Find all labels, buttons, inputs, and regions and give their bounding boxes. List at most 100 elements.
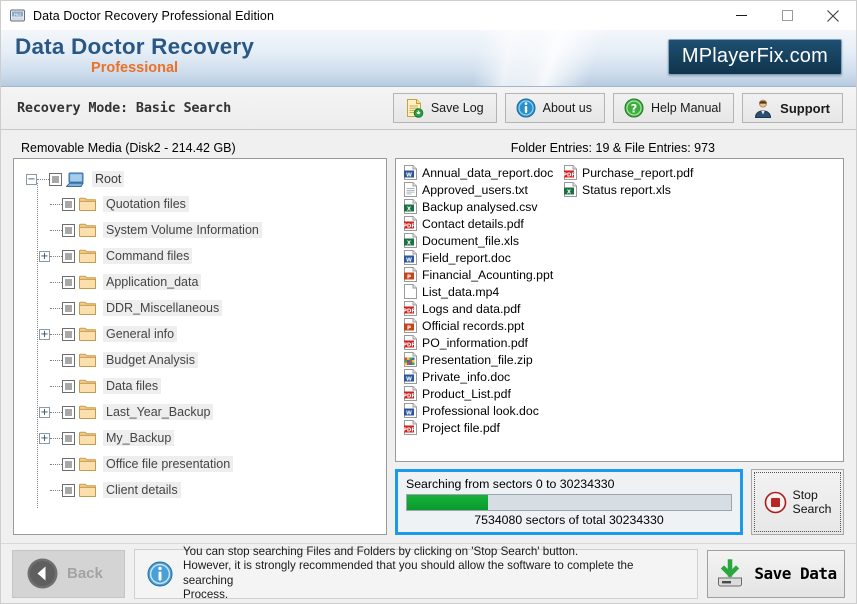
tree-node[interactable]: Application_data bbox=[22, 269, 382, 295]
save-log-button[interactable]: Save Log bbox=[392, 93, 497, 123]
file-list-item[interactable]: W Private_info.doc bbox=[401, 368, 561, 385]
progress-bottom-text: 7534080 sectors of total 30234330 bbox=[474, 513, 664, 527]
notice-line-2: However, it is strongly recommended that… bbox=[183, 559, 634, 587]
file-list-item[interactable]: Approved_users.txt bbox=[401, 181, 561, 198]
help-manual-button[interactable]: ? Help Manual bbox=[612, 93, 735, 123]
file-list-panel[interactable]: W Annual_data_report.doc Approved_users.tx… bbox=[395, 158, 844, 462]
folder-checkbox[interactable] bbox=[62, 327, 75, 341]
file-list-item[interactable]: X Backup analysed.csv bbox=[401, 198, 561, 215]
tree-node[interactable]: Budget Analysis bbox=[22, 347, 382, 373]
notice-line-1: You can stop searching Files and Folders… bbox=[183, 544, 579, 558]
about-us-label: About us bbox=[542, 101, 592, 115]
file-list-item[interactable]: W Annual_data_report.doc bbox=[401, 164, 561, 181]
folder-checkbox[interactable] bbox=[62, 483, 75, 497]
tree-node[interactable]: Office file presentation bbox=[22, 451, 382, 477]
root-checkbox[interactable] bbox=[49, 172, 62, 186]
file-list-item[interactable]: W Professional look.doc bbox=[401, 402, 561, 419]
folder-checkbox[interactable] bbox=[62, 301, 75, 315]
tree-node-label: Quotation files bbox=[103, 196, 189, 212]
about-us-button[interactable]: About us bbox=[504, 93, 605, 123]
svg-text:PDF: PDF bbox=[403, 308, 415, 314]
folder-checkbox[interactable] bbox=[62, 431, 75, 445]
file-name: Status report.xls bbox=[582, 182, 671, 197]
file-list-item[interactable]: PDF Project file.pdf bbox=[401, 419, 561, 436]
progress-top-text: Searching from sectors 0 to 30234330 bbox=[406, 477, 615, 491]
folder-checkbox[interactable] bbox=[62, 197, 75, 211]
file-list-item[interactable]: W Field_report.doc bbox=[401, 249, 561, 266]
tree-node[interactable]: Client details bbox=[22, 477, 382, 503]
file-list-item[interactable]: X Status report.xls bbox=[561, 181, 721, 198]
file-list-item[interactable]: PDF PO_information.pdf bbox=[401, 334, 561, 351]
folder-icon bbox=[79, 327, 96, 341]
mplayerfix-logo: MPlayerFix.com bbox=[667, 39, 842, 75]
folder-checkbox[interactable] bbox=[62, 353, 75, 367]
blank-file-icon bbox=[403, 284, 418, 299]
brand-title: Data Doctor Recovery bbox=[15, 34, 255, 59]
folder-tree-panel[interactable]: − Root Quotation files System Volume Info… bbox=[13, 158, 387, 535]
svg-text:PDF: PDF bbox=[403, 223, 415, 229]
save-data-button[interactable]: Save Data bbox=[707, 549, 845, 598]
tree-node[interactable]: Quotation files bbox=[22, 191, 382, 217]
brand-subtitle: Professional bbox=[91, 60, 179, 76]
zip-icon bbox=[403, 352, 418, 367]
support-button[interactable]: Support bbox=[742, 93, 843, 123]
expand-icon[interactable]: + bbox=[39, 328, 50, 340]
file-name: Document_file.xls bbox=[422, 233, 520, 248]
file-list-item[interactable]: P Financial_Acounting.ppt bbox=[401, 266, 561, 283]
footer-bar: Back You can stop searching Files and Fo… bbox=[1, 543, 856, 603]
tree-connector bbox=[50, 359, 62, 361]
info-icon bbox=[516, 98, 536, 118]
save-data-label: Save Data bbox=[754, 564, 837, 583]
word-icon: W bbox=[403, 369, 418, 384]
file-list-item[interactable]: PDF Product_List.pdf bbox=[401, 385, 561, 402]
pdf-icon: PDF bbox=[563, 165, 578, 180]
folder-icon bbox=[79, 483, 96, 497]
tree-node-label: Budget Analysis bbox=[103, 352, 198, 368]
window-title: Data Doctor Recovery Professional Editio… bbox=[33, 8, 275, 23]
stop-search-button[interactable]: Stop Search bbox=[751, 469, 844, 535]
tree-connector bbox=[50, 255, 62, 257]
maximize-button[interactable] bbox=[764, 1, 810, 30]
excel-icon: X bbox=[563, 182, 578, 197]
excel-icon: X bbox=[403, 199, 418, 214]
file-list-item[interactable]: P Official records.ppt bbox=[401, 317, 561, 334]
expand-icon[interactable]: + bbox=[39, 406, 50, 418]
folder-icon bbox=[79, 405, 96, 419]
tree-node[interactable]: + My_Backup bbox=[22, 425, 382, 451]
tree-node[interactable]: + Command files bbox=[22, 243, 382, 269]
folder-checkbox[interactable] bbox=[62, 405, 75, 419]
file-name: Annual_data_report.doc bbox=[422, 165, 554, 180]
folder-checkbox[interactable] bbox=[62, 379, 75, 393]
file-list-item[interactable]: Presentation_file.zip bbox=[401, 351, 561, 368]
close-button[interactable] bbox=[810, 1, 856, 30]
tree-connector bbox=[50, 203, 62, 205]
collapse-icon[interactable]: − bbox=[26, 173, 37, 185]
tree-connector bbox=[50, 437, 62, 439]
folder-checkbox[interactable] bbox=[62, 249, 75, 263]
save-log-label: Save Log bbox=[430, 101, 484, 115]
pdf-icon: PDF bbox=[403, 216, 418, 231]
folder-checkbox[interactable] bbox=[62, 275, 75, 289]
tree-node[interactable]: System Volume Information bbox=[22, 217, 382, 243]
minimize-button[interactable] bbox=[718, 1, 764, 30]
svg-text:PRO: PRO bbox=[14, 13, 22, 17]
file-list-item[interactable]: PDF Contact details.pdf bbox=[401, 215, 561, 232]
svg-text:PDF: PDF bbox=[403, 393, 415, 399]
tree-node[interactable]: Data files bbox=[22, 373, 382, 399]
tree-node[interactable]: DDR_Miscellaneous bbox=[22, 295, 382, 321]
tree-node-root[interactable]: − Root bbox=[22, 167, 382, 191]
folder-checkbox[interactable] bbox=[62, 223, 75, 237]
file-list-item[interactable]: PDF Purchase_report.pdf bbox=[561, 164, 721, 181]
file-list-item[interactable]: X Document_file.xls bbox=[401, 232, 561, 249]
tree-node[interactable]: + General info bbox=[22, 321, 382, 347]
file-list-item[interactable]: List_data.mp4 bbox=[401, 283, 561, 300]
computer-icon bbox=[66, 172, 85, 187]
tree-node[interactable]: + Last_Year_Backup bbox=[22, 399, 382, 425]
back-button[interactable]: Back bbox=[12, 549, 125, 598]
expand-icon[interactable]: + bbox=[39, 250, 50, 262]
file-list-item[interactable]: PDF Logs and data.pdf bbox=[401, 300, 561, 317]
folder-checkbox[interactable] bbox=[62, 457, 75, 471]
expand-icon[interactable]: + bbox=[39, 432, 50, 444]
